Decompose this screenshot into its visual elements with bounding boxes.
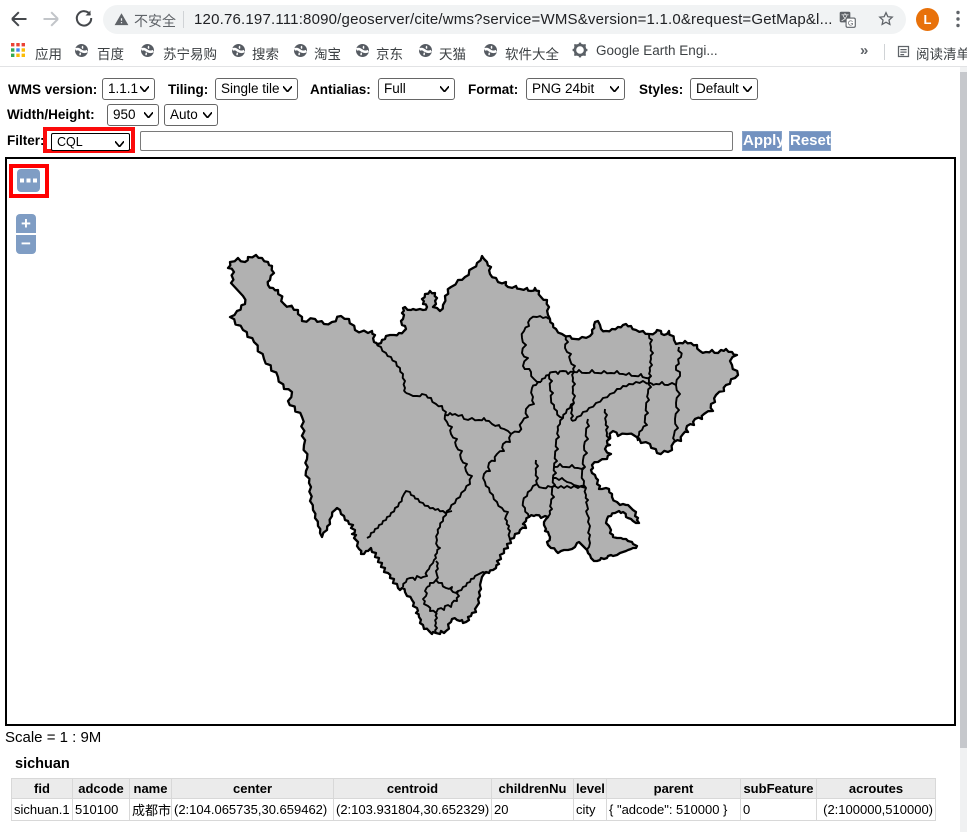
svg-text:G: G	[848, 20, 854, 28]
